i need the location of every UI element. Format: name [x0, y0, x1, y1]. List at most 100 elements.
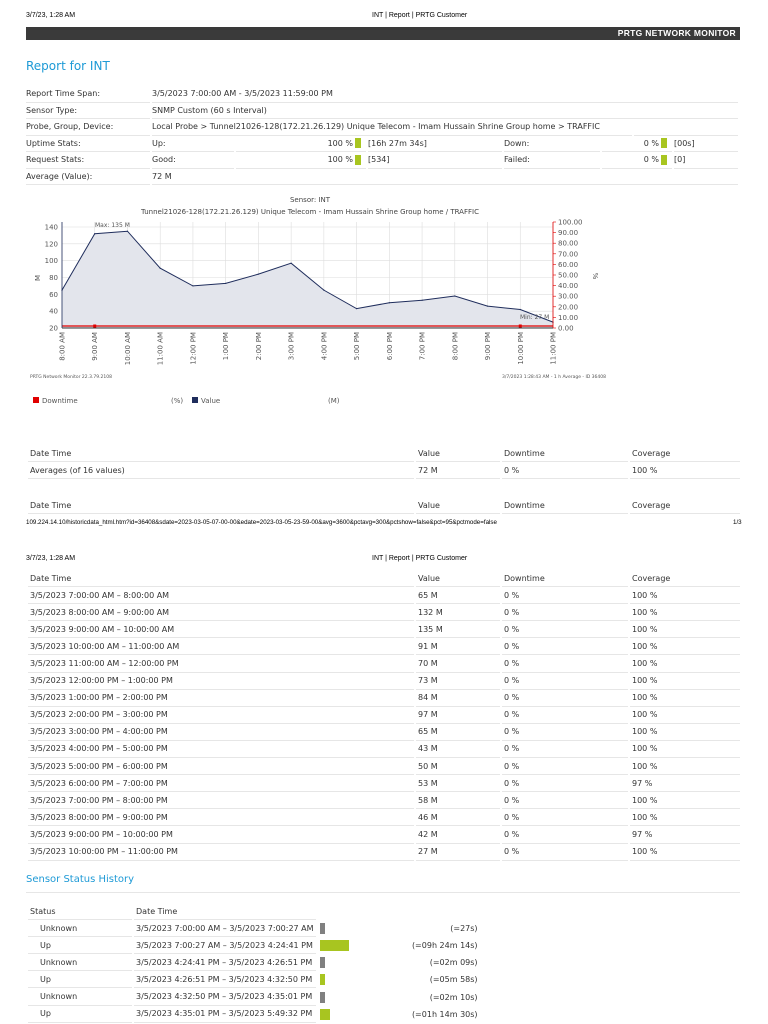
page-url: 109.224.14.10/historicdata_html.htm?id=3…: [26, 519, 497, 526]
cell: 3/5/2023 8:00:00 AM – 9:00:00 AM: [28, 604, 414, 622]
cell: 97 M: [416, 707, 500, 724]
value-point: [225, 282, 227, 284]
duration: (=05m 58s): [429, 975, 478, 985]
duration-bar: [319, 923, 325, 935]
cell: 100 %: [630, 621, 740, 639]
value-point: [192, 285, 194, 287]
value: SNMP Custom (60 s Interval): [152, 103, 738, 119]
value: [00s]: [674, 136, 738, 152]
legend-value-unit: (M): [328, 397, 340, 405]
status: Up: [28, 937, 132, 955]
cell: 0 %: [502, 707, 628, 724]
cell: 3/5/2023 10:00:00 AM – 11:00:00 AM: [28, 638, 414, 656]
cell: 100 %: [630, 758, 740, 776]
x-tick-label: 9:00 PM: [484, 332, 492, 360]
x-tick-label: 8:00 AM: [59, 332, 67, 361]
date-range: 3/5/2023 7:00:27 AM – 3/5/2023 4:24:41 P…: [134, 937, 316, 955]
col-header: Coverage: [630, 445, 740, 463]
value-point: [323, 289, 325, 291]
max-label: Max: 135 M: [95, 222, 130, 229]
cell: 100 %: [630, 587, 740, 605]
chart-subtitle: Tunnel21026-128(172.21.26.129) Unique Te…: [140, 208, 479, 216]
value: 100 %: [327, 138, 353, 148]
y-tick-label: 20: [49, 325, 58, 333]
info-table: Report Time Span: 3/5/2023 7:00:00 AM - 3…: [26, 86, 740, 185]
col-header: Downtime: [502, 445, 628, 463]
downtime-point: [93, 324, 97, 328]
date-range: 3/5/2023 4:35:01 PM – 3/5/2023 5:49:32 P…: [134, 1006, 316, 1023]
table-row: 3/5/2023 9:00:00 PM – 10:00:00 PM 42 M0 %…: [28, 826, 740, 844]
status-row: Up 3/5/2023 4:26:51 PM – 3/5/2023 4:32:50…: [28, 971, 744, 989]
downtime-point: [518, 324, 522, 328]
cell: 97 %: [630, 775, 740, 793]
status: Up: [28, 1006, 132, 1023]
label: Request Stats:: [26, 152, 150, 169]
cell: 97 %: [630, 826, 740, 844]
col-header: Downtime: [502, 570, 628, 588]
y2-tick-label: 0.00: [558, 325, 574, 333]
downtime-bar: [661, 138, 667, 149]
value-point: [257, 273, 259, 275]
label: Up:: [152, 136, 234, 152]
duration: (=27s): [450, 924, 478, 934]
x-tick-label: 10:00 AM: [124, 332, 132, 365]
x-tick-label: 11:00 PM: [550, 332, 558, 365]
value-point: [356, 308, 358, 310]
col-header: Value: [416, 497, 500, 515]
data-table: Date Time Value Downtime Coverage 3/5/2023 …: [26, 570, 742, 861]
uptime-bar: [355, 138, 361, 149]
legend-downtime-swatch: [33, 397, 39, 403]
cell: 3/5/2023 7:00:00 PM – 8:00:00 PM: [28, 792, 414, 810]
cell: 46 M: [416, 809, 500, 827]
value: 72 M: [152, 169, 738, 185]
cell: 0 %: [502, 621, 628, 639]
summary-table: Date Time Value Downtime Coverage Averages …: [26, 445, 742, 480]
date-range: 3/5/2023 7:00:00 AM – 3/5/2023 7:00:27 A…: [134, 920, 316, 938]
failed-bar: [661, 154, 667, 165]
duration-bar: [319, 1008, 330, 1020]
legend-value-label: Value: [201, 397, 220, 405]
cell: 3/5/2023 4:00:00 PM – 5:00:00 PM: [28, 741, 414, 759]
sensor-chart: Sensor: INT Tunnel21026-128(172.21.26.129…: [30, 196, 606, 405]
table-row: 3/5/2023 9:00:00 AM – 10:00:00 AM 135 M0 …: [28, 621, 740, 639]
duration-bar-cell: [318, 971, 368, 988]
title-prefix: Report for: [26, 59, 87, 73]
table-row: 3/5/2023 10:00:00 PM – 11:00:00 PM 27 M0 …: [28, 844, 740, 861]
cell: 43 M: [416, 741, 500, 759]
y2-tick-label: 60.00: [558, 261, 578, 269]
value-point: [290, 262, 292, 264]
cell: 3/5/2023 7:00:00 AM – 8:00:00 AM: [28, 587, 414, 605]
cell: 100 %: [630, 792, 740, 810]
cell: 3/5/2023 5:00:00 PM – 6:00:00 PM: [28, 758, 414, 776]
cell: 132 M: [416, 604, 500, 622]
min-label: Min: 27 M: [520, 314, 549, 321]
cell: 3/5/2023 1:00:00 PM – 2:00:00 PM: [28, 690, 414, 707]
cell: 73 M: [416, 673, 500, 690]
status-row: Unknown 3/5/2023 7:00:00 AM – 3/5/2023 7:…: [28, 920, 744, 938]
cell: 0 %: [502, 741, 628, 759]
label: Probe, Group, Device:: [26, 119, 150, 136]
status-row: Unknown 3/5/2023 4:24:41 PM – 3/5/2023 4:…: [28, 954, 744, 972]
label: Sensor Type:: [26, 103, 150, 119]
section-title: Sensor Status History: [26, 874, 135, 885]
table-row: 3/5/2023 12:00:00 PM – 1:00:00 PM 73 M0 %…: [28, 673, 740, 690]
duration: (=01h 14m 30s): [411, 1009, 478, 1019]
table-row: 3/5/2023 6:00:00 PM – 7:00:00 PM 53 M0 % 9…: [28, 775, 740, 793]
label: Uptime Stats:: [26, 136, 150, 152]
col-header: Date Time: [28, 570, 414, 588]
good-bar: [355, 154, 361, 165]
value: 100 %: [327, 155, 353, 165]
cell: 84 M: [416, 690, 500, 707]
y-tick-label: 80: [49, 274, 58, 282]
cell: 58 M: [416, 792, 500, 810]
cell: 0 %: [502, 690, 628, 707]
cell: 53 M: [416, 775, 500, 793]
y2-tick-label: 70.00: [558, 250, 578, 258]
cell: 100 %: [630, 673, 740, 690]
y-axis-label: M: [34, 275, 42, 281]
label: Down:: [504, 136, 600, 152]
table-row: 3/5/2023 1:00:00 PM – 2:00:00 PM 84 M0 % 1…: [28, 690, 740, 707]
cell: 0 %: [502, 673, 628, 690]
status-row: Unknown 3/5/2023 4:32:50 PM – 3/5/2023 4:…: [28, 988, 744, 1006]
status-history-table: Status Date Time Unknown 3/5/2023 7:00:00 …: [26, 903, 746, 1023]
